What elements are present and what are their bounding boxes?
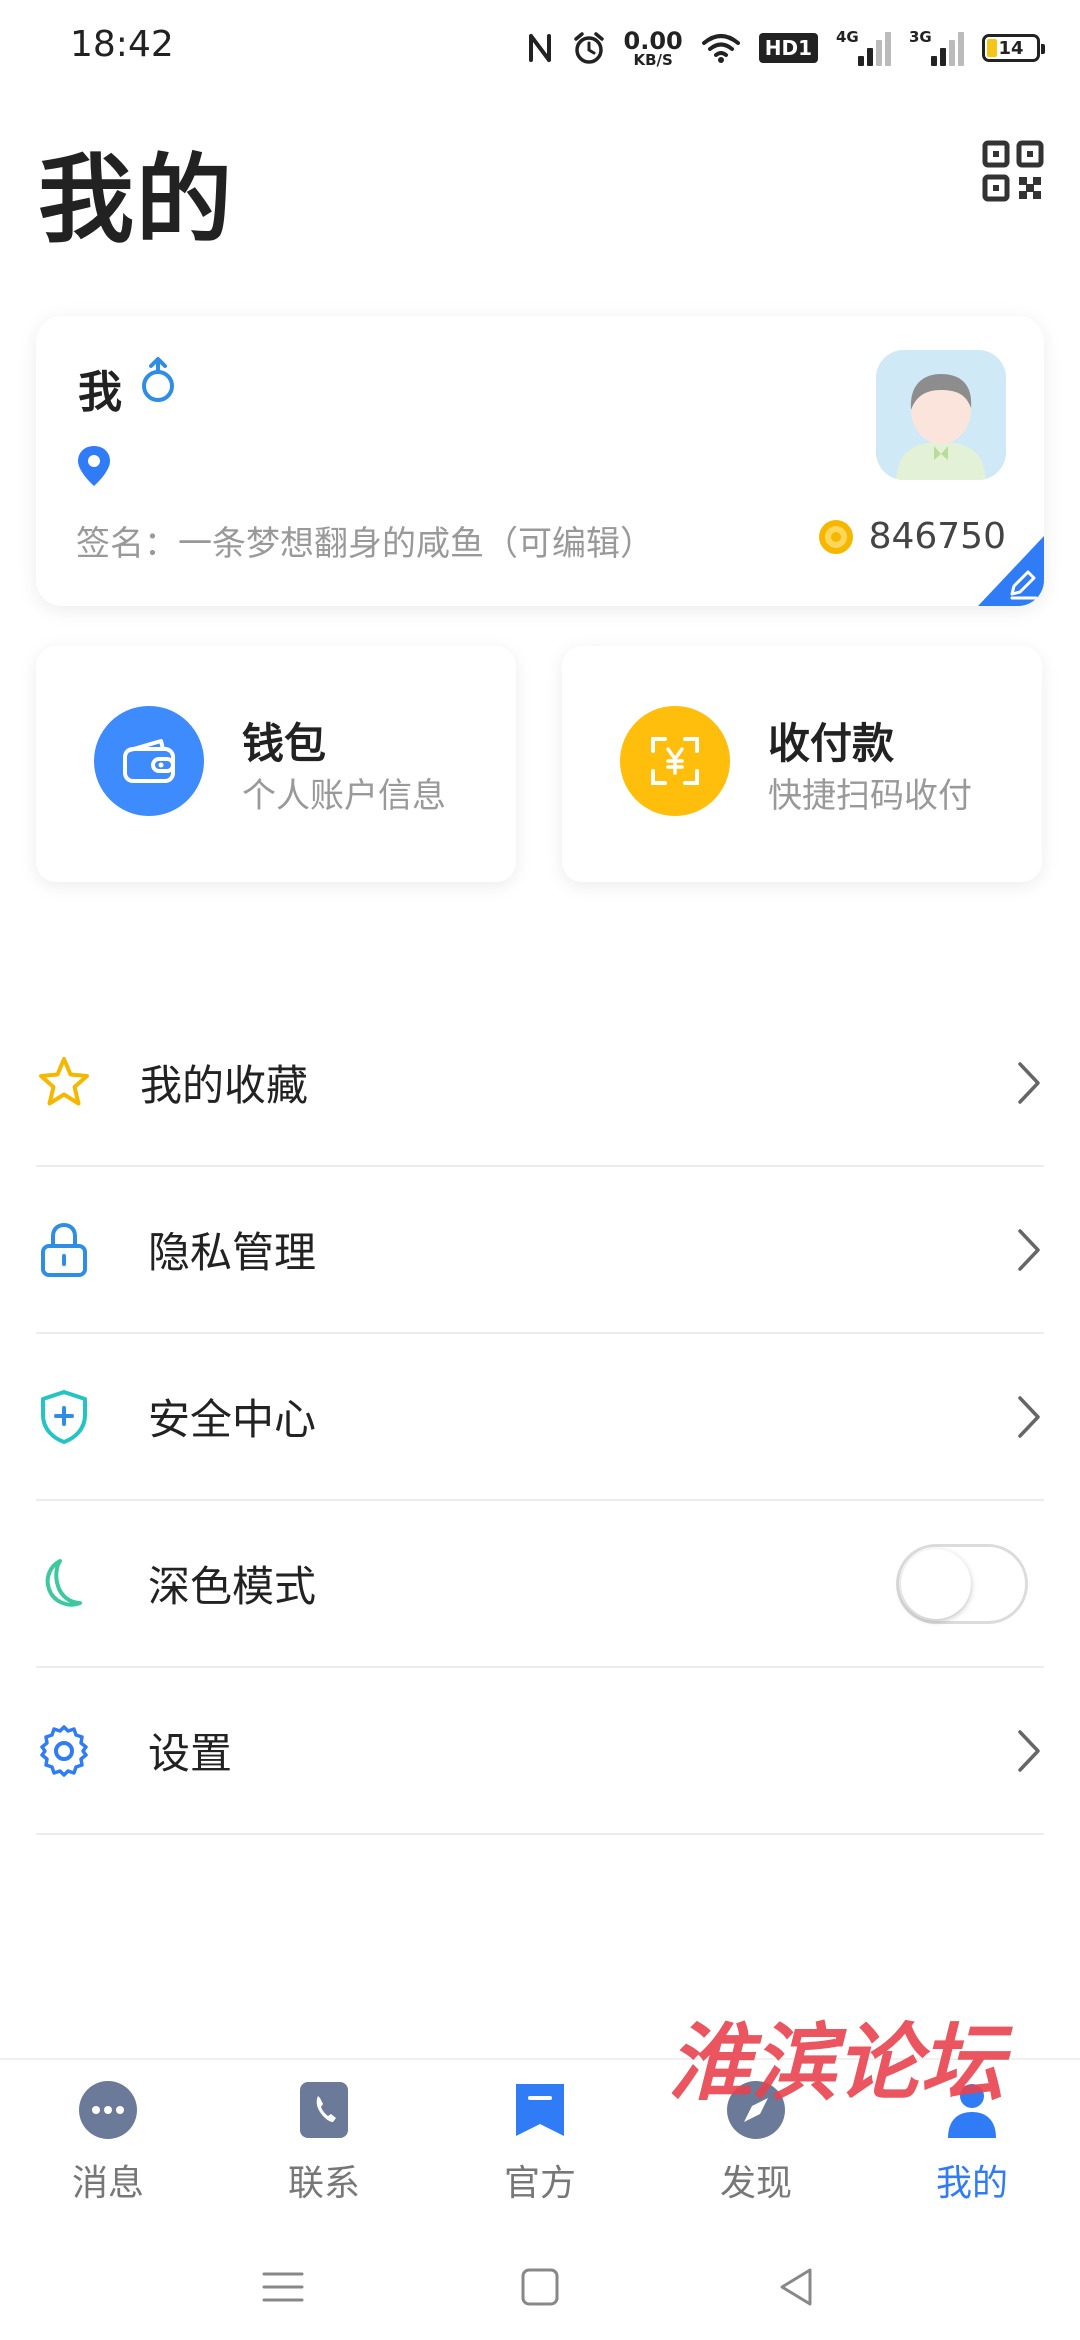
payment-subtitle: 快捷扫码收付 <box>768 776 972 816</box>
nav-label-discover: 发现 <box>719 2163 792 2204</box>
nav-item-messages[interactable]: 消息 <box>18 2078 198 2228</box>
nav-item-discover[interactable]: 发现 <box>666 2078 846 2228</box>
menu-item-privacy[interactable]: 隐私管理 <box>36 1167 1044 1334</box>
nav-label-messages: 消息 <box>71 2163 144 2204</box>
menu-item-settings[interactable]: 设置 <box>36 1668 1044 1835</box>
nav-label-me: 我的 <box>935 2163 1008 2204</box>
menu-label-security: 安全中心 <box>148 1395 317 1444</box>
signal-4g-icon: 4G <box>836 28 891 66</box>
star-icon <box>36 1055 92 1111</box>
wallet-title: 钱包 <box>242 719 327 768</box>
menu-item-favorites[interactable]: 我的收藏 <box>36 1000 1044 1167</box>
nav-item-me[interactable]: 我的 <box>882 2078 1062 2228</box>
official-bookmark-icon <box>508 2078 572 2142</box>
hd-icon: HD1 <box>758 33 818 63</box>
system-nav-bar <box>0 2238 1080 2340</box>
person-icon <box>940 2078 1004 2142</box>
menu-label-settings: 设置 <box>148 1729 233 1778</box>
battery-level: 14 <box>998 37 1024 59</box>
coin-icon <box>817 518 855 556</box>
status-bar: 18:42 0.00 KB/S HD1 4G 3G 14 <box>0 0 1080 96</box>
qr-code-icon[interactable] <box>982 140 1044 202</box>
menu-label-privacy: 隐私管理 <box>148 1228 317 1277</box>
nav-item-official[interactable]: 官方 <box>450 2078 630 2228</box>
wifi-icon <box>701 32 741 64</box>
shield-icon <box>36 1389 92 1445</box>
gear-icon <box>36 1723 92 1779</box>
lock-icon <box>36 1222 92 1278</box>
chevron-right-icon <box>1014 1227 1044 1273</box>
wallet-icon <box>94 706 204 816</box>
menu-item-security[interactable]: 安全中心 <box>36 1334 1044 1501</box>
payment-card[interactable]: 收付款 快捷扫码收付 <box>562 646 1042 882</box>
menu-label-dark-mode: 深色模式 <box>148 1562 317 1611</box>
wallet-subtitle: 个人账户信息 <box>242 776 446 816</box>
profile-card[interactable]: 我 签名：一条梦想翻身的咸鱼（可编辑） 846750 <box>36 316 1044 606</box>
net-speed: 0.00 KB/S <box>624 29 683 68</box>
status-time: 18:42 <box>70 24 174 65</box>
chevron-right-icon <box>1014 1060 1044 1106</box>
dark-mode-toggle[interactable] <box>896 1543 1028 1624</box>
signal-2-label: 3G <box>909 28 932 46</box>
settings-menu: 我的收藏 隐私管理 安全中心 深色模式 设置 <box>36 1000 1044 1835</box>
male-icon <box>136 356 180 406</box>
bottom-nav: 消息 联系 官方 发现 我的 <box>0 2058 1080 2238</box>
net-speed-unit: KB/S <box>633 50 673 69</box>
home-icon[interactable] <box>515 2262 565 2312</box>
signature-text[interactable]: 签名：一条梦想翻身的咸鱼（可编辑） <box>76 516 654 565</box>
back-icon[interactable] <box>772 2262 822 2312</box>
toggle-knob <box>901 1548 971 1619</box>
moon-icon <box>36 1556 92 1612</box>
chevron-right-icon <box>1014 1728 1044 1774</box>
nav-label-official: 官方 <box>503 2163 576 2204</box>
scan-pay-icon <box>620 706 730 816</box>
net-speed-value: 0.00 <box>623 26 683 55</box>
chat-bubble-icon <box>76 2078 140 2142</box>
wallet-card[interactable]: 钱包 个人账户信息 <box>36 646 516 882</box>
edit-pencil-icon[interactable] <box>978 536 1044 606</box>
page-title: 我的 <box>38 144 234 256</box>
avatar[interactable] <box>876 350 1006 480</box>
signal-3g-icon: 3G <box>909 28 964 66</box>
payment-title: 收付款 <box>768 719 895 768</box>
alarm-icon <box>572 31 606 65</box>
menu-item-dark-mode[interactable]: 深色模式 <box>36 1501 1044 1668</box>
contacts-book-icon <box>292 2078 356 2142</box>
status-icons: 0.00 KB/S HD1 4G 3G 14 <box>526 26 1045 70</box>
profile-name: 我 <box>78 367 122 418</box>
nav-label-contacts: 联系 <box>287 2163 360 2204</box>
menu-icon[interactable] <box>258 2262 308 2312</box>
nav-item-contacts[interactable]: 联系 <box>234 2078 414 2228</box>
battery-icon: 14 <box>982 34 1045 62</box>
location-pin-icon <box>76 444 112 488</box>
compass-icon <box>724 2078 788 2142</box>
nfc-icon <box>526 32 554 64</box>
menu-label-favorites: 我的收藏 <box>140 1061 309 1110</box>
signal-1-label: 4G <box>836 28 859 46</box>
chevron-right-icon <box>1014 1394 1044 1440</box>
